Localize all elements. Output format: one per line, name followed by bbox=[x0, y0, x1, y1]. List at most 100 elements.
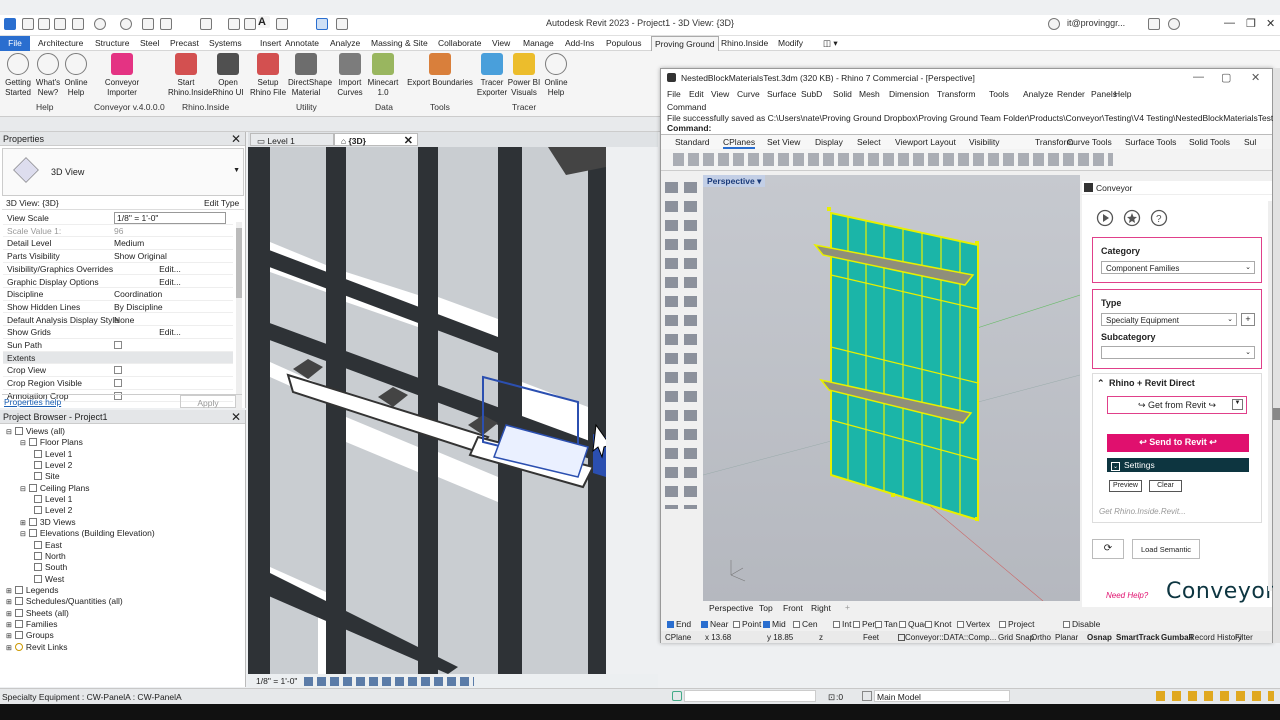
viewport-tab-right[interactable]: Right bbox=[811, 603, 831, 613]
get-from-revit-button[interactable]: ↪ Get from Revit ↪ ▼ bbox=[1107, 396, 1247, 414]
send-to-revit-button[interactable]: ↩ Send to Revit ↩ bbox=[1107, 434, 1249, 452]
menu-subd[interactable]: SubD bbox=[801, 89, 822, 99]
status-units[interactable]: Feet bbox=[863, 633, 879, 642]
osnap-disable[interactable]: Disable bbox=[1063, 619, 1100, 629]
ribbon-button-open-rhino-ui[interactable]: Open Rhino UI bbox=[210, 53, 246, 98]
3d-viewport[interactable] bbox=[248, 147, 606, 674]
menu-curve[interactable]: Curve bbox=[737, 89, 760, 99]
tree-item[interactable]: ⊞ Legends bbox=[6, 585, 59, 595]
add-viewport-icon[interactable]: + bbox=[845, 602, 850, 612]
tab-sul[interactable]: Sul bbox=[1244, 137, 1256, 147]
checkbox[interactable] bbox=[853, 621, 860, 629]
tab-systems[interactable]: Systems bbox=[209, 38, 242, 48]
osnap-knot[interactable]: Knot bbox=[925, 619, 952, 629]
viewport-tab-front[interactable]: Front bbox=[783, 603, 803, 613]
properties-help-link[interactable]: Properties help bbox=[4, 397, 61, 407]
expand-icon[interactable]: ⊞ bbox=[6, 645, 12, 652]
minimize-icon[interactable]: — bbox=[1224, 17, 1235, 29]
tab-visibility[interactable]: Visibility bbox=[969, 137, 1000, 147]
tab-analyze[interactable]: Analyze bbox=[330, 38, 360, 48]
edit-button[interactable]: Edit... bbox=[114, 277, 226, 287]
ribbon-button-power-bi-visuals[interactable]: Power BI Visuals bbox=[506, 53, 542, 98]
status-toggle-on[interactable]: SmartTrack bbox=[1116, 633, 1160, 642]
tree-item[interactable]: West bbox=[34, 574, 64, 584]
tab-annotate[interactable]: Annotate bbox=[285, 38, 319, 48]
expand-icon[interactable]: ⊞ bbox=[6, 633, 12, 640]
checkbox[interactable] bbox=[667, 621, 674, 629]
filter-icon[interactable] bbox=[862, 691, 872, 701]
worksets-icon[interactable] bbox=[672, 691, 682, 701]
checkbox[interactable] bbox=[763, 621, 770, 629]
menu-render[interactable]: Render bbox=[1057, 89, 1085, 99]
status-layer[interactable]: Conveyor::DATA::Comp... bbox=[905, 633, 996, 642]
perspective-viewport[interactable]: Perspective ▾ bbox=[703, 175, 1080, 601]
expand-icon[interactable]: ⊟ bbox=[6, 429, 12, 436]
ribbon-toggle-icon[interactable]: ◫ ▾ bbox=[823, 38, 838, 49]
menu-file[interactable]: File bbox=[667, 89, 681, 99]
tree-item[interactable]: ⊞ Sheets (all) bbox=[6, 608, 69, 618]
type-dropdown[interactable]: Specialty Equipment ⌄ bbox=[1101, 313, 1237, 326]
status-toggle[interactable]: Ortho bbox=[1031, 633, 1051, 642]
menu-surface[interactable]: Surface bbox=[767, 89, 796, 99]
tab-precast[interactable]: Precast bbox=[170, 38, 199, 48]
star-icon[interactable] bbox=[1123, 209, 1141, 229]
view-control-icons[interactable] bbox=[304, 677, 474, 686]
apply-button[interactable]: Apply bbox=[180, 395, 236, 408]
property-row[interactable]: View Scale 1/8" = 1'-0" bbox=[3, 212, 233, 225]
ribbon-button-online-help[interactable]: Online Help bbox=[58, 53, 94, 98]
tab-curve-tools[interactable]: Curve Tools bbox=[1067, 137, 1112, 147]
viewport-tab-perspective[interactable]: Perspective bbox=[709, 603, 753, 613]
expand-icon[interactable]: ⊞ bbox=[20, 520, 26, 527]
tab-modify[interactable]: Modify bbox=[778, 38, 803, 48]
collapse-icon[interactable]: ⌃ bbox=[1097, 378, 1105, 389]
checkbox[interactable] bbox=[999, 621, 1006, 629]
osnap-tan[interactable]: Tan bbox=[875, 619, 898, 629]
tree-item[interactable]: Level 2 bbox=[34, 505, 72, 515]
menu-transform[interactable]: Transform bbox=[937, 89, 975, 99]
add-type-button[interactable]: + bbox=[1241, 313, 1255, 326]
tree-item[interactable]: South bbox=[34, 562, 67, 572]
tab-populous[interactable]: Populous bbox=[606, 38, 641, 48]
ribbon-button-minecart-1-0[interactable]: Minecart 1.0 bbox=[365, 53, 401, 98]
menu-mesh[interactable]: Mesh bbox=[859, 89, 880, 99]
expand-icon[interactable]: ⊞ bbox=[6, 622, 12, 629]
tab-display[interactable]: Display bbox=[815, 137, 843, 147]
maximize-icon[interactable]: ▢ bbox=[1221, 71, 1231, 84]
tab-proving-ground[interactable]: Proving Ground bbox=[651, 36, 719, 51]
property-row[interactable]: Sun Path bbox=[3, 339, 233, 352]
status-toggle[interactable]: Filter bbox=[1235, 633, 1253, 642]
type-selector[interactable]: 3D View ▼ bbox=[2, 148, 244, 196]
edit-type-button[interactable]: Edit Type bbox=[204, 198, 239, 208]
expand-icon[interactable]: ⊟ bbox=[20, 486, 26, 493]
view-scale-input[interactable]: 1/8" = 1'-0" bbox=[114, 212, 226, 224]
status-y[interactable]: y 18.85 bbox=[767, 633, 793, 642]
expand-icon[interactable]: ⊟ bbox=[20, 440, 26, 447]
need-help-link[interactable]: Need Help? bbox=[1106, 591, 1148, 600]
ribbon-button-start-rhino-inside[interactable]: Start Rhino.Inside bbox=[168, 53, 212, 98]
ribbon-button-online-help[interactable]: Online Help bbox=[538, 53, 574, 98]
tab-structure[interactable]: Structure bbox=[95, 38, 130, 48]
design-option-selector[interactable]: Main Model bbox=[874, 690, 1010, 702]
tab-massing-site[interactable]: Massing & Site bbox=[371, 38, 428, 48]
checkbox[interactable] bbox=[925, 621, 932, 629]
status-x[interactable]: x 13.68 bbox=[705, 633, 731, 642]
checkbox[interactable] bbox=[899, 621, 906, 629]
tab-architecture[interactable]: Architecture bbox=[38, 38, 83, 48]
menu-edit[interactable]: Edit bbox=[689, 89, 704, 99]
minimize-icon[interactable]: — bbox=[1193, 71, 1204, 83]
tab-level-1[interactable]: ▭ Level 1 bbox=[250, 133, 334, 146]
checkbox[interactable] bbox=[701, 621, 708, 629]
close-icon[interactable]: ✕ bbox=[1266, 17, 1275, 30]
status-toggle[interactable]: Planar bbox=[1055, 633, 1078, 642]
checkbox[interactable] bbox=[875, 621, 882, 629]
menu-solid[interactable]: Solid bbox=[833, 89, 852, 99]
ribbon-button-export-boundaries[interactable]: Export Boundaries bbox=[405, 53, 475, 88]
ribbon-button-import-curves[interactable]: Import Curves bbox=[332, 53, 368, 98]
osnap-vertex[interactable]: Vertex bbox=[957, 619, 990, 629]
command-prompt[interactable]: Command: bbox=[667, 123, 1266, 134]
tab-3d[interactable]: ⌂ {3D} ✕ bbox=[334, 133, 418, 147]
tab-rhino-inside[interactable]: Rhino.Inside bbox=[721, 38, 768, 48]
settings-expander[interactable]: ⌄ Settings bbox=[1107, 458, 1249, 472]
tab-collaborate[interactable]: Collaborate bbox=[438, 38, 481, 48]
tree-item[interactable]: Level 1 bbox=[34, 494, 72, 504]
